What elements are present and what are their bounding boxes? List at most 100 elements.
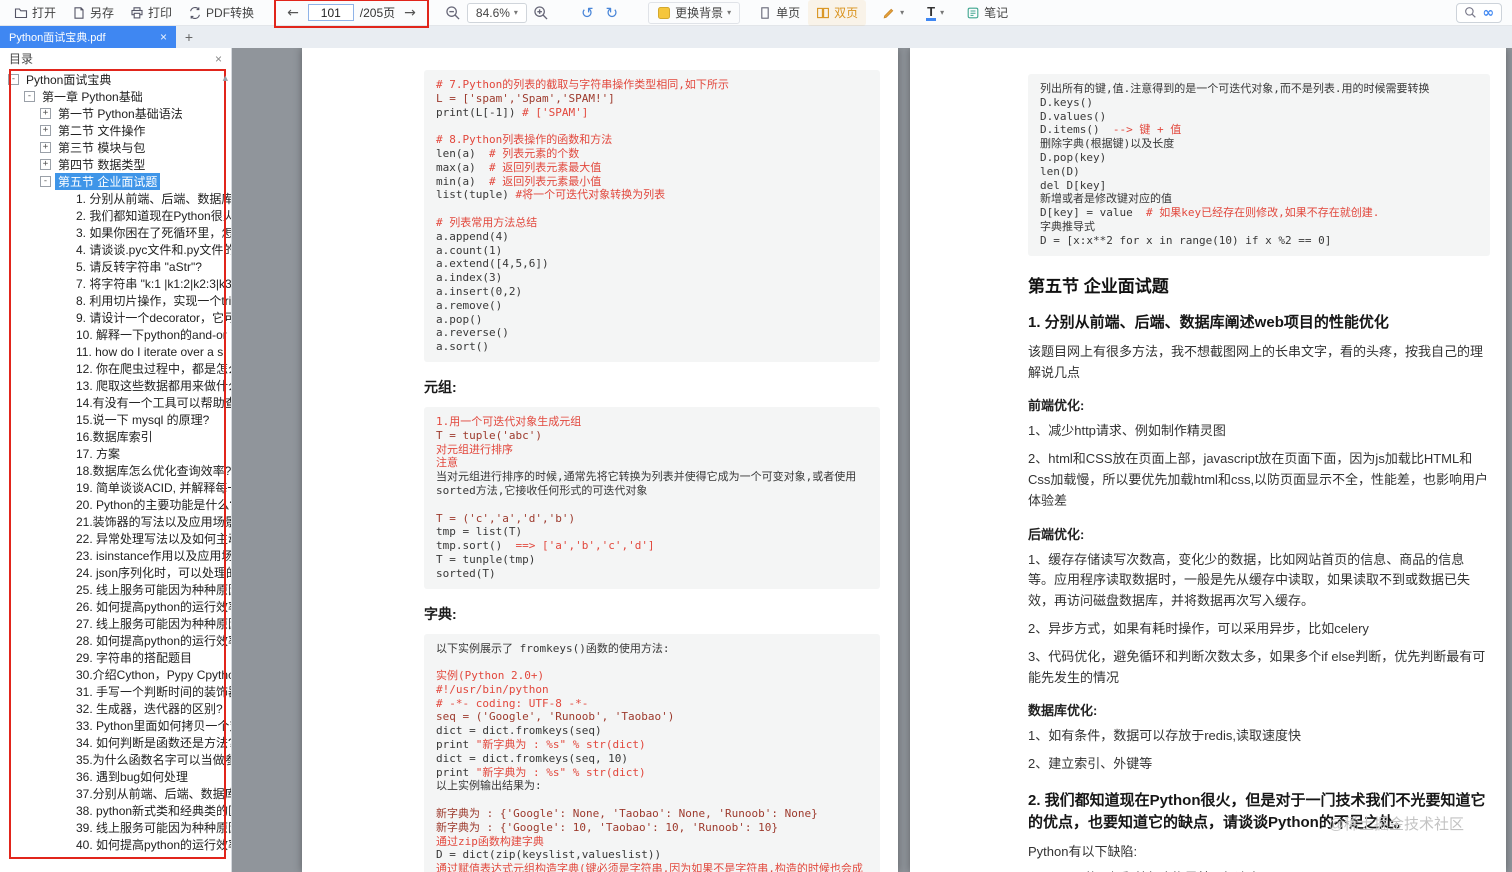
toc-item[interactable]: 31. 手写一个判断时间的装饰器 — [0, 683, 231, 700]
toc-item[interactable]: + 第二节 文件操作 — [0, 122, 231, 139]
tree-expander-icon[interactable]: + — [40, 142, 51, 153]
tree-expander-icon[interactable] — [58, 567, 69, 578]
new-tab-button[interactable]: + — [176, 26, 202, 48]
toc-item[interactable]: 36. 遇到bug如何处理 — [0, 768, 231, 785]
toc-item[interactable]: 34. 如何判断是函数还是方法? — [0, 734, 231, 751]
next-page-button[interactable]: → — [401, 5, 419, 21]
toc-item[interactable]: 3. 如果你困在了死循环里，怎么 — [0, 224, 231, 241]
toc-item[interactable]: + 第三节 模块与包 — [0, 139, 231, 156]
toc-item[interactable]: 7. 将字符串 "k:1 |k1:2|k2:3|k3 — [0, 275, 231, 292]
tree-expander-icon[interactable]: - — [40, 176, 51, 187]
toc-item[interactable]: 22. 异常处理写法以及如何主动 — [0, 530, 231, 547]
toc-item[interactable]: 2. 我们都知道现在Python很火 — [0, 207, 231, 224]
save-as-button[interactable]: 另存 — [64, 0, 122, 26]
toc-item[interactable]: 25. 线上服务可能因为种种原因 — [0, 581, 231, 598]
tree-expander-icon[interactable] — [58, 669, 69, 680]
toc-item[interactable]: 18.数据库怎么优化查询效率? — [0, 462, 231, 479]
toc-item[interactable]: + 第四节 数据类型 — [0, 156, 231, 173]
toc-item[interactable]: 1. 分别从前端、后端、数据库 — [0, 190, 231, 207]
toc-item[interactable]: 12. 你在爬虫过程中，都是怎么 — [0, 360, 231, 377]
toc-item[interactable]: 13. 爬取这些数据都用来做什么 — [0, 377, 231, 394]
toc-item[interactable]: 5. 请反转字符串 "aStr"? — [0, 258, 231, 275]
reading-mode-icon[interactable]: ∞ — [1482, 5, 1494, 21]
toc-item[interactable]: 21.装饰器的写法以及应用场景 — [0, 513, 231, 530]
tree-expander-icon[interactable] — [58, 720, 69, 731]
change-background-button[interactable]: 更换背景 ▾ — [648, 1, 741, 24]
sidebar-close-icon[interactable]: × — [215, 52, 222, 66]
tree-expander-icon[interactable] — [58, 788, 69, 799]
tab-close-icon[interactable]: × — [160, 30, 167, 44]
tree-expander-icon[interactable] — [58, 295, 69, 306]
tree-expander-icon[interactable] — [58, 329, 69, 340]
tree-expander-icon[interactable] — [58, 244, 69, 255]
zoom-level-dropdown[interactable]: 84.6% ▾ — [466, 2, 527, 23]
tree-expander-icon[interactable] — [58, 516, 69, 527]
pdf-convert-button[interactable]: PDF转换 — [180, 0, 262, 26]
toc-item[interactable]: 35.为什么函数名字可以当做参 — [0, 751, 231, 768]
tree-expander-icon[interactable]: + — [40, 159, 51, 170]
toc-item[interactable]: 38. python新式类和经典类的区 — [0, 802, 231, 819]
tree-expander-icon[interactable] — [58, 380, 69, 391]
toc-item[interactable]: 32. 生成器，迭代器的区别? — [0, 700, 231, 717]
tree-expander-icon[interactable] — [58, 448, 69, 459]
toc-item[interactable]: 16.数据库索引 — [0, 428, 231, 445]
tree-expander-icon[interactable] — [58, 363, 69, 374]
toc-item[interactable]: 39. 线上服务可能因为种种原因 — [0, 819, 231, 836]
tree-expander-icon[interactable] — [58, 754, 69, 765]
tree-expander-icon[interactable] — [58, 737, 69, 748]
tree-expander-icon[interactable]: - — [8, 74, 19, 85]
tree-expander-icon[interactable] — [58, 839, 69, 850]
zoom-in-icon[interactable] — [533, 5, 549, 21]
toc-item[interactable]: 28. 如何提高python的运行效率 — [0, 632, 231, 649]
tree-expander-icon[interactable] — [58, 227, 69, 238]
tree-expander-icon[interactable] — [58, 618, 69, 629]
redo-button[interactable]: ↻ — [600, 4, 625, 22]
toc-item[interactable]: 17. 方案 — [0, 445, 231, 462]
tree-expander-icon[interactable] — [58, 635, 69, 646]
document-tab[interactable]: Python面试宝典.pdf × — [0, 26, 176, 48]
toc-item[interactable]: - Python面试宝典 — [0, 71, 231, 88]
tree-expander-icon[interactable]: + — [40, 125, 51, 136]
toc-item[interactable]: 8. 利用切片操作，实现一个trim — [0, 292, 231, 309]
toc-item[interactable]: 37.分别从前端、后端、数据库 — [0, 785, 231, 802]
previous-page-button[interactable]: ← — [284, 5, 302, 21]
document-viewport[interactable]: # 7.Python的列表的截取与字符串操作类型相同,如下所示 L = ['spa… — [232, 48, 1512, 872]
tree-expander-icon[interactable] — [58, 261, 69, 272]
tree-expander-icon[interactable] — [58, 465, 69, 476]
toc-item[interactable]: 26. 如何提高python的运行效率 — [0, 598, 231, 615]
toc-item[interactable]: 27. 线上服务可能因为种种原因 — [0, 615, 231, 632]
toc-item[interactable]: 40. 如何提高python的运行效率 — [0, 836, 231, 853]
tree-expander-icon[interactable] — [58, 499, 69, 510]
notes-button[interactable]: 笔记 — [958, 0, 1016, 26]
toc-item[interactable]: 24. json序列化时，可以处理的 — [0, 564, 231, 581]
tree-expander-icon[interactable] — [58, 346, 69, 357]
tree-expander-icon[interactable] — [58, 312, 69, 323]
toc-item[interactable]: 10. 解释一下python的and-or — [0, 326, 231, 343]
search-icon[interactable] — [1464, 6, 1477, 19]
print-button[interactable]: 打印 — [122, 0, 180, 26]
tree-expander-icon[interactable] — [58, 652, 69, 663]
scrollbar-up-icon[interactable]: ▲ — [223, 74, 228, 82]
toc-item[interactable]: 30.介绍Cython，Pypy Cpython — [0, 666, 231, 683]
open-button[interactable]: 打开 — [6, 0, 64, 26]
tree-expander-icon[interactable] — [58, 703, 69, 714]
tree-expander-icon[interactable] — [58, 584, 69, 595]
single-page-button[interactable]: 单页 — [750, 0, 808, 26]
text-tool-button[interactable]: T ▾ — [918, 0, 952, 26]
tree-expander-icon[interactable] — [58, 686, 69, 697]
tree-expander-icon[interactable] — [58, 210, 69, 221]
tree-expander-icon[interactable] — [58, 805, 69, 816]
tree-expander-icon[interactable] — [58, 601, 69, 612]
toc-item[interactable]: 15.说一下 mysql 的原理? — [0, 411, 231, 428]
toc-item[interactable]: 14.有没有一个工具可以帮助查 — [0, 394, 231, 411]
tree-expander-icon[interactable] — [58, 193, 69, 204]
toc-item[interactable]: 4. 请谈谈.pyc文件和.py文件的 — [0, 241, 231, 258]
toc-item[interactable]: - 第五节 企业面试题 — [0, 173, 231, 190]
tree-expander-icon[interactable] — [58, 822, 69, 833]
toc-item[interactable]: - 第一章 Python基础 — [0, 88, 231, 105]
double-page-button[interactable]: 双页 — [808, 0, 867, 26]
toc-item[interactable]: 20. Python的主要功能是什么? — [0, 496, 231, 513]
toc-item[interactable]: 9. 请设计一个decorator，它可 — [0, 309, 231, 326]
toc-item[interactable]: 19. 简单谈谈ACID, 并解释每一 — [0, 479, 231, 496]
toc-item[interactable]: 11. how do I iterate over a s — [0, 343, 231, 360]
